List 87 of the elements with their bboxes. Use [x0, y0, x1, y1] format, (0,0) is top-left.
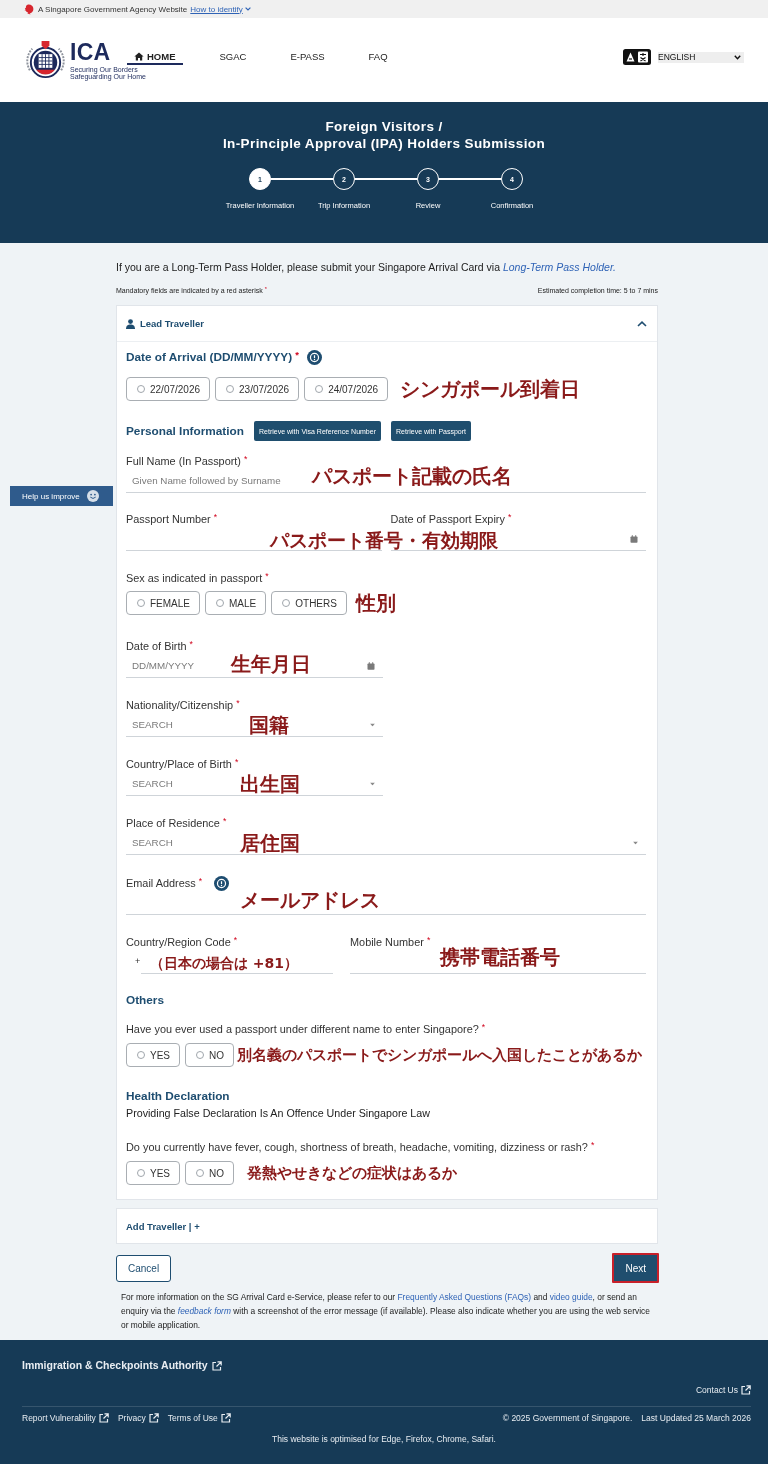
- annotation-text: 別名義のパスポートでシンガポールへ入国したことがあるか: [237, 1047, 642, 1063]
- nav-link[interactable]: E-PASS: [283, 51, 332, 65]
- user-icon: [126, 318, 135, 329]
- add-traveller-button[interactable]: Add Traveller | +: [116, 1208, 658, 1244]
- caret-icon: [370, 723, 375, 726]
- inline-link[interactable]: video guide: [549, 1292, 593, 1302]
- field-label: Country/Place of Birth $^{*}$: [126, 757, 239, 771]
- chevron-down-icon: [244, 7, 251, 11]
- language-select[interactable]: ENGLISH: [658, 51, 744, 63]
- field-label: Mobile Number $^{*}$: [350, 935, 431, 949]
- field-heading: Date of Arrival (DD/MM/YYYY) $^{*}$: [126, 350, 300, 364]
- field-label: Email Address $^{*}$: [126, 876, 203, 890]
- secondary-button[interactable]: Cancel: [116, 1254, 172, 1282]
- annotation-text: （日本の場合は +81）: [150, 955, 299, 970]
- agency-link[interactable]: Immigration & Checkpoints Authority: [22, 1359, 222, 1372]
- field-label: Date of Birth $^{*}$: [126, 639, 193, 653]
- annotation-text: 性別: [355, 593, 396, 613]
- annotation-text: シンガポール到着日: [400, 379, 581, 399]
- primary-button[interactable]: Next: [612, 1253, 659, 1283]
- radio-option[interactable]: YES: [126, 1043, 180, 1067]
- masthead-text: A Singapore Government Agency Website: [38, 4, 188, 14]
- how-to-identify-link[interactable]: How to identify: [190, 4, 251, 14]
- external-link-icon: [148, 1413, 159, 1423]
- logo-text: ICA: [70, 40, 110, 63]
- footer-link[interactable]: Privacy: [117, 1412, 159, 1424]
- annotation-text: 生年月日: [231, 653, 311, 674]
- radio-option[interactable]: MALE: [205, 591, 267, 615]
- field-label: Passport Number $^{*}$: [126, 512, 218, 526]
- notice-text: If you are a Long-Term Pass Holder, please submit your Singapore Arrival Card via Long-Term Pass Holder.: [116, 260, 616, 274]
- annotation-text: メールアドレス: [240, 889, 380, 910]
- section-heading: Health Declaration: [126, 1089, 230, 1103]
- radio-option[interactable]: NO: [185, 1043, 234, 1067]
- annotation-text: パスポート記載の氏名: [312, 465, 512, 486]
- radio-option[interactable]: NO: [185, 1161, 234, 1185]
- annotation-text: 携帯電話番号: [440, 946, 560, 967]
- field-label: Date of Passport Expiry $^{*}$: [390, 512, 512, 526]
- nav-link[interactable]: FAQ: [361, 51, 395, 65]
- browser-note: This website is optimised for Edge, Firefox, Chrome, Safari.: [272, 1433, 496, 1445]
- nav-link[interactable]: HOME: [127, 51, 183, 65]
- annotation-text: パスポート番号・有効期限: [270, 530, 498, 549]
- field-label: Place of Residence $^{*}$: [126, 816, 227, 830]
- radio-option[interactable]: YES: [126, 1161, 180, 1185]
- external-link-icon: [98, 1413, 109, 1423]
- annotation-text: 国籍: [249, 714, 289, 735]
- caret-icon: [734, 54, 741, 60]
- home-icon: [134, 52, 144, 61]
- language-icon: [623, 49, 651, 65]
- caret-icon: [633, 841, 638, 844]
- field-label: Country/Region Code $^{*}$: [126, 935, 238, 949]
- external-link-icon: [220, 1413, 231, 1423]
- external-link-icon: [741, 1385, 751, 1395]
- footer-link[interactable]: Report Vulnerability: [22, 1412, 109, 1424]
- annotation-text: 居住国: [240, 832, 300, 853]
- inline-link[interactable]: Long-Term Pass Holder.: [502, 261, 616, 273]
- radio-option[interactable]: 23/07/2026: [215, 377, 300, 401]
- external-link-icon: [211, 1360, 222, 1371]
- field-label: Nationality/Citizenship $^{*}$: [126, 698, 240, 712]
- page-title: Foreign Visitors / In-Principle Approval (IPA) Holders Submission: [222, 118, 546, 152]
- field-label: Sex as indicated in passport $^{*}$: [126, 571, 269, 585]
- help-tab[interactable]: Help us improve: [10, 486, 113, 506]
- footer-link[interactable]: Terms of Use: [167, 1412, 231, 1424]
- field-label: Full Name (In Passport) $^{*}$: [126, 454, 248, 468]
- code-prefix: +: [134, 955, 141, 968]
- radio-option[interactable]: 24/07/2026: [304, 377, 389, 401]
- nav-link[interactable]: SGAC: [212, 51, 254, 65]
- help-text: For more information on the SG Arrival Card e-Service, please refer to our Frequently Asked Questions (FAQs) and video guide, or send an enquiry via the feedback form with a screenshot of the error message (if available). Please also indicate whether you are using the web service or mobile application.: [120, 1291, 651, 1332]
- annotation-text: 発熱やせきなどの症状はあるか: [247, 1165, 457, 1181]
- calendar-icon: [630, 534, 638, 543]
- smiley-icon: [86, 490, 99, 502]
- declaration-note: Providing False Declaration Is An Offence Under Singapore Law: [126, 1106, 430, 1120]
- last-updated-text: Last Updated 25 March 2026: [641, 1412, 751, 1424]
- copyright-text: © 2025 Government of Singapore.: [502, 1412, 633, 1424]
- caret-icon: [370, 782, 375, 785]
- field-label: Do you currently have fever, cough, shortness of breath, headache, vomiting, dizziness or rash? $^{*}$: [126, 1140, 595, 1154]
- annotation-text: 出生国: [240, 773, 300, 794]
- inline-link[interactable]: Frequently Asked Questions (FAQs): [397, 1292, 532, 1302]
- accordion-header[interactable]: Lead Traveller: [117, 306, 657, 342]
- radio-option[interactable]: 22/07/2026: [126, 377, 211, 401]
- radio-option[interactable]: FEMALE: [126, 591, 200, 615]
- section-heading: Personal Information: [126, 424, 244, 438]
- radio-option[interactable]: OTHERS: [271, 591, 347, 615]
- calendar-icon: [367, 661, 375, 670]
- logo-icon: [24, 3, 34, 15]
- field-label: Have you ever used a passport under different name to enter Singapore? $^{*}$: [126, 1022, 486, 1036]
- footer-link[interactable]: Contact Us: [695, 1384, 751, 1396]
- section-heading: Others: [126, 993, 165, 1007]
- inline-link[interactable]: feedback form: [177, 1306, 231, 1316]
